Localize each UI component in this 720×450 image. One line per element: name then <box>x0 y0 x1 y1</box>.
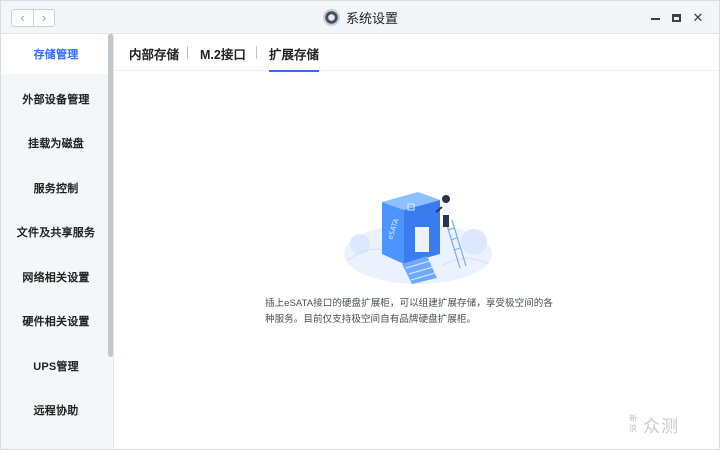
description-line-2: 种服务。目前仅支持极空间自有品牌硬盘扩展柜。 <box>265 313 477 325</box>
sidebar-item-ups[interactable]: UPS管理 <box>1 346 111 386</box>
sidebar-item-label: 存储管理 <box>33 49 79 61</box>
sidebar-item-remote-assist[interactable]: 远程协助 <box>1 390 111 430</box>
sidebar-item-label: 挂载为磁盘 <box>28 138 84 150</box>
sidebar-item-label: 远程协助 <box>33 405 79 417</box>
close-icon: ✕ <box>692 10 704 25</box>
sidebar-item-label: 服务控制 <box>33 183 79 195</box>
description-line-1: 插上eSATA接口的硬盘扩展柜，可以组建扩展存储，享受极空间的各 <box>265 298 553 309</box>
main-panel: 内部存储 M.2接口 扩展存储 eSATA 插上eSATA接口的硬盘扩展柜，可以… <box>114 34 719 449</box>
tab-label: M.2接口 <box>200 48 246 62</box>
sidebar-item-mount-disk[interactable]: 挂载为磁盘 <box>1 123 111 163</box>
minimize-icon <box>650 18 660 20</box>
sidebar-item-network[interactable]: 网络相关设置 <box>1 257 111 297</box>
sidebar-item-label: UPS管理 <box>33 361 79 373</box>
sidebar-item-label: 硬件相关设置 <box>22 316 90 328</box>
back-button[interactable]: ‹ <box>12 10 33 26</box>
sidebar-item-storage[interactable]: 存储管理 <box>1 34 111 74</box>
sidebar-item-hardware[interactable]: 硬件相关设置 <box>1 301 111 341</box>
window-title: 系统设置 <box>346 11 399 26</box>
tab-expansion-storage[interactable]: 扩展存储 <box>269 44 320 72</box>
tab-m2-interface[interactable]: M.2接口 <box>200 44 246 64</box>
close-button[interactable]: ✕ <box>690 10 706 26</box>
maximize-button[interactable] <box>668 10 684 26</box>
esata-enclosure-illustration: eSATA <box>344 192 492 284</box>
tab-label: 扩展存储 <box>269 48 320 62</box>
sidebar-item-label: 网络相关设置 <box>22 272 90 284</box>
tab-internal-storage[interactable]: 内部存储 <box>129 44 179 64</box>
history-nav: ‹ › <box>11 9 55 27</box>
sidebar-item-file-sharing[interactable]: 文件及共享服务 <box>1 212 111 252</box>
settings-window: ‹ › 系统设置 ✕ 存储管理 外部设备管理 挂载为磁盘 服务控制 文件及共享服… <box>0 0 720 450</box>
sidebar-item-label: 文件及共享服务 <box>16 227 96 239</box>
expansion-description: 插上eSATA接口的硬盘扩展柜，可以组建扩展存储，享受极空间的各 种服务。目前仅… <box>265 296 565 327</box>
sidebar-scrollbar[interactable] <box>108 34 113 357</box>
tab-label: 内部存储 <box>129 48 180 62</box>
minimize-button[interactable] <box>647 10 663 26</box>
maximize-icon <box>671 14 681 22</box>
watermark-vertical-text: 新浪 <box>629 414 637 433</box>
tab-divider <box>256 46 257 59</box>
watermark-text: 众测 <box>643 416 679 436</box>
forward-button[interactable]: › <box>32 10 54 26</box>
window-title-group: 系统设置 <box>323 7 398 28</box>
sidebar-item-external-devices[interactable]: 外部设备管理 <box>1 79 111 119</box>
settings-app-icon <box>323 9 340 26</box>
sidebar-item-label: 外部设备管理 <box>22 94 90 106</box>
sidebar: 存储管理 外部设备管理 挂载为磁盘 服务控制 文件及共享服务 网络相关设置 硬件… <box>1 34 114 449</box>
tab-bar: 内部存储 M.2接口 扩展存储 <box>114 34 719 72</box>
watermark: 新浪 众测 <box>629 404 715 444</box>
title-bar: ‹ › 系统设置 ✕ <box>1 1 719 34</box>
tab-divider <box>187 46 188 59</box>
sidebar-item-service-control[interactable]: 服务控制 <box>1 168 111 208</box>
